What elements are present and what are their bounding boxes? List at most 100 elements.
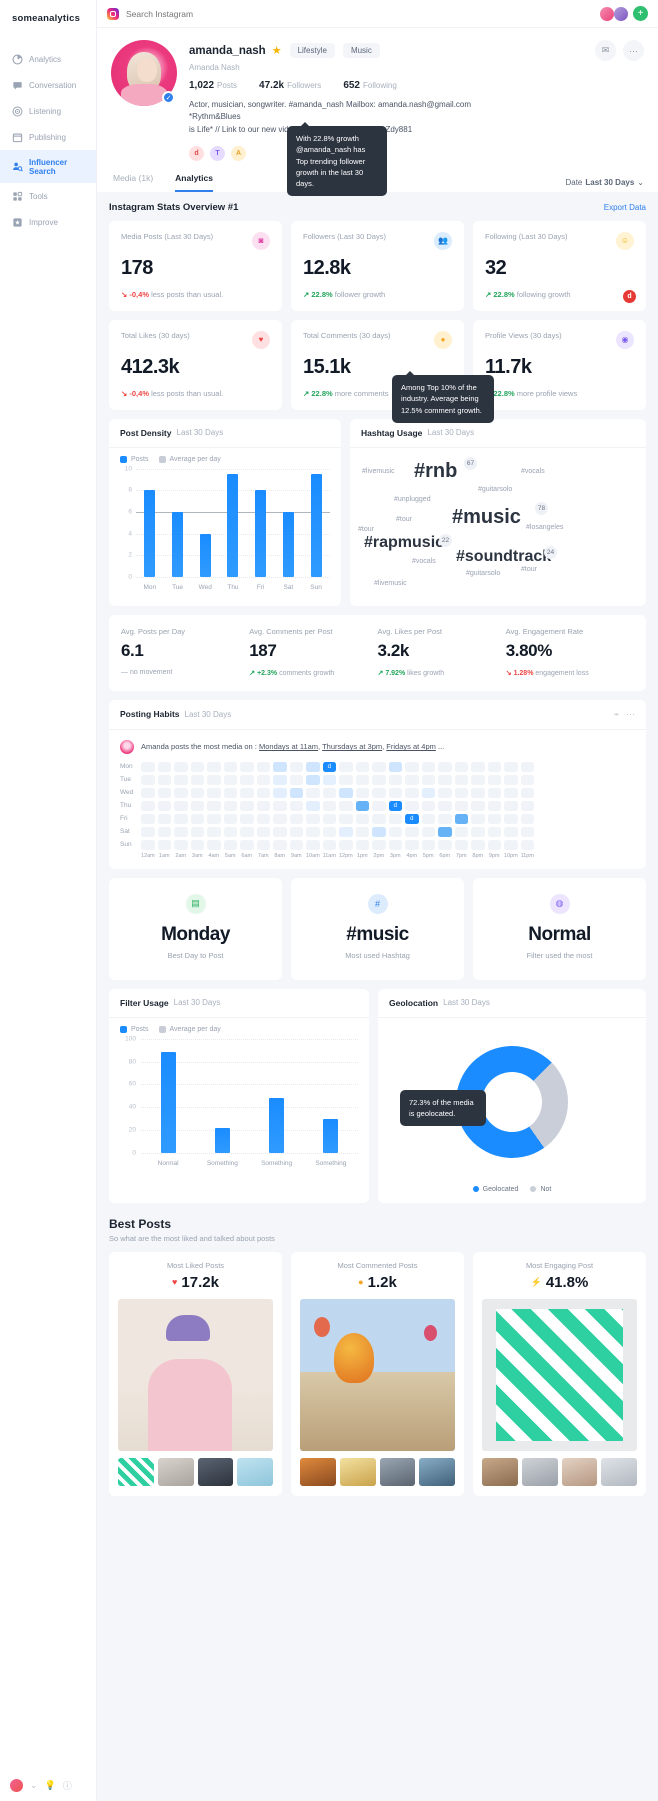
heatmap-cell[interactable]: d [322, 761, 336, 772]
heatmap-cell[interactable] [504, 774, 518, 785]
heatmap-cell[interactable] [504, 813, 518, 824]
bar-sat[interactable] [282, 511, 294, 577]
heatmap-cell[interactable] [520, 761, 534, 772]
heatmap-cell[interactable] [471, 787, 485, 798]
heatmap-cell[interactable] [438, 839, 452, 850]
heatmap-cell[interactable] [289, 826, 303, 837]
heatmap-cell[interactable] [372, 826, 386, 837]
heatmap-cell[interactable] [157, 839, 171, 850]
tab-media[interactable]: Media (1k) [113, 173, 153, 192]
heatmap-cell[interactable] [256, 813, 270, 824]
hashtag[interactable]: #vocals [521, 468, 545, 475]
bar-something-3[interactable] [323, 1118, 339, 1153]
heatmap-cell[interactable] [240, 774, 254, 785]
thumbnail[interactable] [300, 1457, 336, 1486]
heatmap-cell[interactable] [504, 761, 518, 772]
heatmap-cell[interactable] [405, 839, 419, 850]
heatmap-cell[interactable] [240, 787, 254, 798]
heatmap-cell[interactable] [388, 839, 402, 850]
thumbnail[interactable] [482, 1457, 518, 1486]
sidebar-item-tools[interactable]: Tools [0, 183, 96, 209]
heatmap-cell[interactable] [141, 839, 155, 850]
sidebar-item-publishing[interactable]: Publishing [0, 124, 96, 150]
heatmap-cell[interactable] [388, 826, 402, 837]
highlight-bubble[interactable]: A [231, 145, 246, 161]
sidebar-item-analytics[interactable]: Analytics [0, 46, 96, 72]
heatmap-cell[interactable] [141, 787, 155, 798]
hashtag[interactable]: #tour [521, 566, 537, 573]
heatmap-cell[interactable] [421, 826, 435, 837]
heatmap-cell[interactable] [355, 826, 369, 837]
heatmap-cell[interactable] [487, 800, 501, 811]
heatmap-cell[interactable] [190, 800, 204, 811]
heatmap-cell[interactable] [421, 800, 435, 811]
hashtag[interactable]: #guitarsolo [466, 570, 500, 577]
heatmap-cell[interactable] [454, 826, 468, 837]
message-button[interactable]: ✉ [595, 40, 616, 61]
heatmap-cell[interactable] [438, 761, 452, 772]
heatmap-cell[interactable] [504, 787, 518, 798]
habit-link[interactable]: Fridays at 4pm [386, 742, 436, 751]
heatmap-cell[interactable] [487, 839, 501, 850]
hashtag[interactable]: #rnb [414, 460, 457, 483]
bar-mon[interactable] [144, 490, 156, 577]
heatmap-cell[interactable] [157, 813, 171, 824]
heatmap-cell[interactable] [454, 787, 468, 798]
heatmap-cell[interactable] [438, 826, 452, 837]
heatmap-cell[interactable] [273, 826, 287, 837]
heatmap-cell[interactable] [520, 787, 534, 798]
heatmap-cell[interactable] [289, 813, 303, 824]
heatmap-cell[interactable] [520, 800, 534, 811]
heatmap-cell[interactable]: d [405, 813, 419, 824]
bar-normal[interactable] [160, 1052, 176, 1153]
heatmap-cell[interactable] [322, 813, 336, 824]
notification-badge[interactable]: d [623, 289, 636, 303]
heatmap-cell[interactable] [322, 826, 336, 837]
heatmap-cell[interactable] [471, 839, 485, 850]
hashtag[interactable]: #livemusic [374, 580, 407, 587]
hashtag[interactable]: #losangeles [526, 524, 563, 531]
heatmap-cell[interactable] [405, 787, 419, 798]
heatmap-cell[interactable] [504, 826, 518, 837]
heatmap-cell[interactable] [289, 800, 303, 811]
heatmap-cell[interactable] [240, 826, 254, 837]
thumbnail[interactable] [237, 1457, 273, 1486]
heatmap-cell[interactable] [141, 826, 155, 837]
heatmap-cell[interactable] [339, 813, 353, 824]
heatmap-cell[interactable] [454, 813, 468, 824]
heatmap-cell[interactable] [520, 826, 534, 837]
heatmap-cell[interactable] [454, 774, 468, 785]
heatmap-cell[interactable] [471, 761, 485, 772]
search-input[interactable] [126, 8, 593, 19]
heatmap-cell[interactable] [372, 800, 386, 811]
heatmap-cell[interactable] [174, 839, 188, 850]
heatmap-cell[interactable] [273, 787, 287, 798]
profile-avatar[interactable]: ✓ [111, 40, 177, 106]
heatmap-cell[interactable] [487, 761, 501, 772]
heatmap-cell[interactable] [388, 774, 402, 785]
heatmap-cell[interactable] [207, 787, 221, 798]
heatmap-cell[interactable] [487, 826, 501, 837]
heatmap-cell[interactable] [256, 839, 270, 850]
heatmap-cell[interactable] [273, 774, 287, 785]
heatmap-cell[interactable] [256, 826, 270, 837]
heatmap-cell[interactable] [405, 774, 419, 785]
heatmap-cell[interactable] [141, 761, 155, 772]
bar-tue[interactable] [172, 511, 184, 577]
thumbnail[interactable] [601, 1457, 637, 1486]
heatmap-cell[interactable] [421, 839, 435, 850]
more-options-button[interactable]: ··· [623, 40, 644, 61]
heatmap-cell[interactable] [223, 800, 237, 811]
heatmap-cell[interactable] [273, 839, 287, 850]
highlight-bubble[interactable]: T [210, 145, 225, 161]
heatmap-cell[interactable] [157, 774, 171, 785]
hashtag[interactable]: #music [452, 506, 521, 529]
heatmap-cell[interactable] [223, 787, 237, 798]
heatmap-cell[interactable] [339, 787, 353, 798]
heatmap-cell[interactable] [438, 813, 452, 824]
bar-something-1[interactable] [214, 1127, 230, 1153]
sidebar-item-influencer-search[interactable]: Influencer Search [0, 150, 96, 183]
bar-sun[interactable] [310, 474, 322, 577]
heatmap-cell[interactable] [438, 800, 452, 811]
bar-fri[interactable] [255, 490, 267, 577]
